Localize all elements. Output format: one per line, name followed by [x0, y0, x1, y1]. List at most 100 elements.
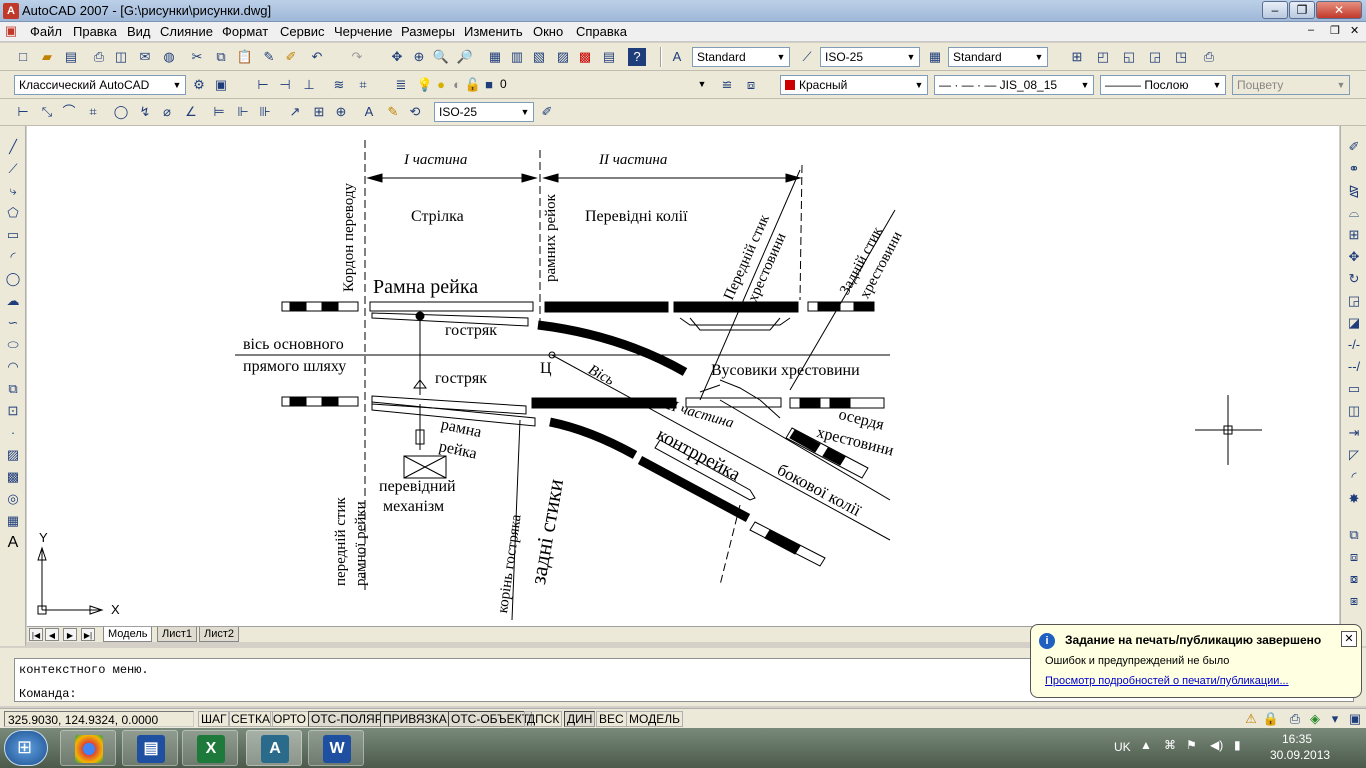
make-current-layer-icon[interactable]: ≌	[718, 76, 736, 94]
continue-icon[interactable]: ⊪	[256, 103, 274, 121]
bring-front-icon[interactable]: ⧈	[1345, 548, 1363, 566]
undo-icon[interactable]: ↶	[308, 48, 326, 66]
copy-object-icon[interactable]: ⚭	[1345, 160, 1363, 178]
construction-line-icon[interactable]: ⟋	[4, 160, 22, 178]
clock-time[interactable]: 16:35	[1282, 732, 1312, 746]
send-back-icon[interactable]: ⧇	[1345, 570, 1363, 588]
region-icon[interactable]: ◎	[4, 490, 22, 508]
lwt-toggle[interactable]: ВЕС	[596, 711, 627, 727]
above-object-icon[interactable]: ⧆	[1345, 592, 1363, 610]
clean-screen-icon[interactable]: ▣	[1346, 710, 1364, 728]
taskbar-autocad[interactable]: A	[246, 730, 302, 766]
extend-icon[interactable]: --/	[1345, 358, 1363, 376]
offset-icon[interactable]: ⌓	[1345, 204, 1363, 222]
next-tab-button[interactable]: ▶	[63, 628, 77, 641]
layout-icon[interactable]: ◰	[1094, 48, 1112, 66]
drawing-canvas[interactable]: I частина II частина Стрілка Перевідні к…	[27, 126, 1339, 626]
match-properties-icon[interactable]: ✎	[260, 48, 278, 66]
explode-icon[interactable]: ✸	[1345, 490, 1363, 508]
close-button[interactable]: ✕	[1316, 1, 1362, 19]
menu-tools[interactable]: Сервис	[280, 24, 325, 39]
table-icon[interactable]: ▦	[4, 512, 22, 530]
doc-restore-button[interactable]: ❐	[1330, 24, 1340, 37]
properties-icon[interactable]: ▦	[486, 48, 504, 66]
lock-toolbar-icon[interactable]: 🔒	[1262, 710, 1280, 728]
communication-icon[interactable]: ◈	[1306, 710, 1324, 728]
design-center-icon[interactable]: ▥	[508, 48, 526, 66]
linetype-select[interactable]: — · — · — JIS_08_15 ▼	[934, 75, 1094, 95]
revision-cloud-icon[interactable]: ☁	[4, 292, 22, 310]
layer-manager-icon[interactable]: ≣	[392, 76, 410, 94]
calculator-icon[interactable]: ▤	[600, 48, 618, 66]
array-icon[interactable]: ⊞	[1345, 226, 1363, 244]
mtext-icon[interactable]: A	[4, 534, 22, 552]
tolerance-icon[interactable]: ⊞	[310, 103, 328, 121]
ellipse-icon[interactable]: ⬭	[4, 336, 22, 354]
break-icon[interactable]: ◫	[1345, 402, 1363, 420]
chamfer-icon[interactable]: ◸	[1345, 446, 1363, 464]
center-mark-icon[interactable]: ⊕	[332, 103, 350, 121]
viewport-icon[interactable]: ⊞	[1068, 48, 1086, 66]
zoom-extents-icon[interactable]: ⌗	[354, 76, 372, 94]
layer-select[interactable]: 0 ▼	[496, 75, 710, 95]
dim-style-manager-icon[interactable]: ✐	[538, 103, 556, 121]
erase-icon[interactable]: ✐	[1345, 138, 1363, 156]
grid-toggle[interactable]: СЕТКА	[228, 711, 273, 727]
minimize-button[interactable]: –	[1262, 1, 1288, 19]
menu-file[interactable]: Файл	[30, 24, 62, 39]
break-point-icon[interactable]: ▭	[1345, 380, 1363, 398]
pan-icon[interactable]: ✥	[388, 48, 406, 66]
jogged-icon[interactable]: ↯	[136, 103, 154, 121]
cut-icon[interactable]: ✂	[188, 48, 206, 66]
menu-help[interactable]: Справка	[576, 24, 627, 39]
dim-style-select[interactable]: ISO-25 ▼	[820, 47, 920, 67]
spline-icon[interactable]: ∽	[4, 314, 22, 332]
dim-text-edit-icon[interactable]: ✎	[384, 103, 402, 121]
redo-icon[interactable]: ↷	[348, 48, 366, 66]
tool-palettes-icon[interactable]: ▧	[530, 48, 548, 66]
flag-icon[interactable]: ⚑	[1186, 738, 1197, 752]
quick-dim-icon[interactable]: ⊨	[210, 103, 228, 121]
menu-window[interactable]: Окно	[533, 24, 563, 39]
plot-status-icon[interactable]: ⎙	[1286, 710, 1304, 728]
insert-block-icon[interactable]: ⧉	[4, 380, 22, 398]
linear-dim-icon[interactable]: ⊢	[14, 103, 32, 121]
layout-viewports-icon[interactable]: ◳	[1172, 48, 1190, 66]
lineweight-select[interactable]: ——— Послою ▼	[1100, 75, 1226, 95]
open-icon[interactable]: ▰	[38, 48, 56, 66]
hatch-icon[interactable]: ▨	[4, 446, 22, 464]
notification-details-link[interactable]: Просмотр подробностей о печати/публикаци…	[1045, 675, 1289, 687]
command-prompt[interactable]: Команда:	[19, 687, 77, 701]
help-icon[interactable]: ?	[628, 48, 646, 66]
language-indicator[interactable]: UK	[1114, 740, 1131, 754]
plot-icon[interactable]: ⎙	[90, 48, 108, 66]
dim-update-icon[interactable]: ⟲	[406, 103, 424, 121]
menu-draw[interactable]: Черчение	[334, 24, 393, 39]
dim-edit-icon[interactable]: A	[360, 103, 378, 121]
radius-icon[interactable]: ◯	[112, 103, 130, 121]
ellipse-arc-icon[interactable]: ◠	[4, 358, 22, 376]
workspace-icon[interactable]: ▣	[212, 76, 230, 94]
brush-icon[interactable]: ✐	[282, 48, 300, 66]
publish-icon[interactable]: ✉	[136, 48, 154, 66]
arc-icon[interactable]: ◜	[4, 248, 22, 266]
plot-manager-icon[interactable]: ⎙	[1200, 48, 1218, 66]
table-style-select[interactable]: Standard ▼	[948, 47, 1048, 67]
scale-icon[interactable]: ◲	[1345, 292, 1363, 310]
zoom-previous-icon[interactable]: 🔎	[456, 48, 474, 66]
polyline-icon[interactable]: ⤷	[4, 182, 22, 200]
polar-toggle[interactable]: ОТС-ПОЛЯР	[308, 711, 386, 727]
menu-edit[interactable]: Правка	[73, 24, 117, 39]
prev-tab-button[interactable]: ◀	[45, 628, 59, 641]
maximize-button[interactable]: ❐	[1289, 1, 1315, 19]
circle-icon[interactable]: ◯	[4, 270, 22, 288]
osnap-toggle[interactable]: ПРИВЯЗКА	[380, 711, 450, 727]
taskbar-excel[interactable]: X	[182, 730, 238, 766]
copy-icon[interactable]: ⧉	[212, 48, 230, 66]
save-icon[interactable]: ▤	[62, 48, 80, 66]
preview-icon[interactable]: ◫	[112, 48, 130, 66]
named-views-icon[interactable]: ◲	[1146, 48, 1164, 66]
text-style-select[interactable]: Standard ▼	[692, 47, 790, 67]
zoom-window-icon[interactable]: 🔍	[432, 48, 450, 66]
markup-icon[interactable]: ▩	[576, 48, 594, 66]
